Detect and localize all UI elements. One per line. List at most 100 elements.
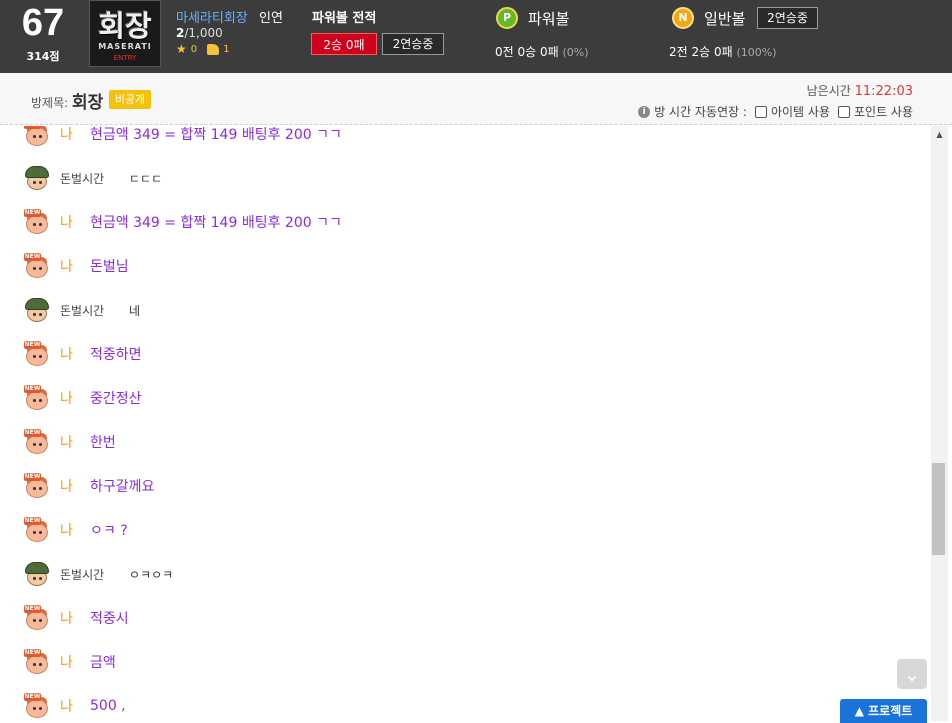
chevron-down-icon: ⌄ — [903, 662, 921, 686]
new-user-icon: NEW — [24, 341, 50, 367]
user-stats: ★ 0 1 — [176, 42, 230, 56]
point-use-checkbox[interactable] — [837, 105, 850, 118]
chat-text: 현금액 349 = 합짝 149 배팅후 200 ㄱㄱ — [90, 127, 342, 143]
chat-message: NEW 나 하구갈께요 — [24, 473, 154, 499]
chat-message: 돈벌시간 ㅇㅋㅇㅋ — [24, 561, 173, 587]
remaining-time-value: 11:22:03 — [854, 84, 913, 99]
item-use-label[interactable]: 아이템 사용 — [771, 103, 830, 120]
chat-message: NEW 나 현금액 349 = 합짝 149 배팅후 200 ㄱㄱ — [24, 209, 342, 235]
chat-sender: 나 — [60, 259, 73, 275]
protect-button[interactable]: ▲ 프로젝트 — [840, 699, 927, 723]
level-box: 67 314점 — [0, 0, 86, 73]
chat-sender[interactable]: 돈벌시간 — [60, 566, 129, 583]
auto-extend-label: 방 시간 자동연장 : — [654, 105, 747, 119]
star-icon: ★ — [176, 42, 187, 56]
avatar-sub: MASERATI — [98, 42, 152, 51]
chat-text: ㄷㄷㄷ — [129, 171, 163, 186]
user-rank: 2/1,000 — [176, 26, 223, 40]
star-count: 0 — [190, 43, 198, 55]
new-user-icon: NEW — [24, 126, 50, 147]
record-result-badge: 2승 0패 — [311, 33, 377, 55]
profile-header: 67 314점 회장 MASERATI ENTRY 마세라티회장 인연 2/1,… — [0, 0, 952, 73]
chat-message: NEW 나 한번 — [24, 429, 116, 455]
chat-text: 하구갈께요 — [90, 479, 155, 495]
item-use-checkbox[interactable] — [754, 105, 767, 118]
chat-message: NEW 나 500 , — [24, 693, 126, 719]
user-relation: 인연 — [259, 11, 283, 26]
chat-text: ㅇㅋㅇㅋ — [129, 567, 174, 582]
scroll-down-button[interactable]: ⌄ — [897, 659, 927, 689]
thumbs-up-icon — [207, 43, 220, 55]
triangle-up-icon: ▲ — [854, 704, 864, 718]
normalball-record-text: 2전 2승 0패 — [669, 45, 733, 59]
soldier-avatar-icon — [24, 297, 50, 323]
soldier-avatar-icon — [24, 561, 50, 587]
normalball-record-pct: (100%) — [736, 46, 777, 59]
point-use-label[interactable]: 포인트 사용 — [854, 103, 913, 120]
chat-message: NEW 나 돈벌님 — [24, 253, 129, 279]
chat-sender: 나 — [60, 391, 73, 407]
chat-message: NEW 나 중간정산 — [24, 385, 142, 411]
chat-text: 적중시 — [90, 611, 129, 627]
chat-text: 네 — [129, 303, 141, 318]
powerball-coin-icon: P — [496, 7, 518, 29]
chat-text: 적중하면 — [90, 347, 142, 363]
powerball-record: 0전 0승 0패 (0%) — [495, 43, 589, 60]
chat-text: 한번 — [90, 435, 116, 451]
chat-text: 500 , — [90, 698, 126, 714]
new-user-icon: NEW — [24, 693, 50, 719]
chat-sender: 나 — [60, 347, 73, 363]
protect-button-label: 프로젝트 — [868, 704, 913, 718]
level-number: 67 — [21, 2, 65, 44]
scroll-thumb[interactable] — [932, 463, 945, 555]
scroll-up-arrow-icon[interactable]: ▲ — [931, 126, 948, 143]
record-streak-badge: 2연승중 — [382, 33, 444, 55]
powerball-record-text: 0전 0승 0패 — [495, 45, 559, 59]
chat-sender[interactable]: 돈벌시간 — [60, 302, 129, 319]
room-options: i 방 시간 자동연장 : 아이템 사용 포인트 사용 — [638, 103, 913, 120]
chat-sender: 나 — [60, 479, 73, 495]
room-info-bar: 방제목: 회장 비공개 남은시간 11:22:03 i 방 시간 자동연장 : … — [0, 73, 952, 125]
remaining-time-label: 남은시간 — [806, 84, 851, 98]
chat-sender: 나 — [60, 127, 73, 143]
chat-message: NEW 나 적중하면 — [24, 341, 142, 367]
info-icon: i — [638, 105, 651, 118]
new-user-icon: NEW — [24, 473, 50, 499]
chat-text: 금액 — [90, 655, 116, 671]
chat-message: 돈벌시간 네 — [24, 297, 140, 323]
level-points: 314점 — [26, 50, 60, 63]
chat-sender[interactable]: 돈벌시간 — [60, 170, 129, 187]
chat-text: 현금액 349 = 합짝 149 배팅후 200 ㄱㄱ — [90, 215, 342, 231]
chat-sender: 나 — [60, 215, 73, 231]
powerball-record-pct: (0%) — [562, 46, 589, 59]
powerball-record-title: 파워볼 전적 — [312, 11, 377, 26]
remaining-time: 남은시간 11:22:03 — [807, 82, 913, 99]
chat-message: NEW 나 적중시 — [24, 605, 129, 631]
normalball-label: 일반볼 — [704, 10, 746, 28]
chat-text: ㅇㅋ ? — [90, 523, 128, 539]
normalball-record: 2전 2승 0패 (100%) — [669, 43, 777, 60]
chat-message: NEW 나 금액 — [24, 649, 116, 675]
new-user-icon: NEW — [24, 429, 50, 455]
new-user-icon: NEW — [24, 253, 50, 279]
soldier-avatar-icon — [24, 165, 50, 191]
chat-sender: 나 — [60, 611, 73, 627]
chat-message: 돈벌시간 ㄷㄷㄷ — [24, 165, 162, 191]
chat-sender: 나 — [60, 655, 73, 671]
new-user-icon: NEW — [24, 385, 50, 411]
normalball-streak-badge: 2연승중 — [757, 7, 818, 29]
chat-message: NEW 나 현금액 349 = 합짝 149 배팅후 200 ㄱㄱ — [24, 126, 342, 147]
user-name-link[interactable]: 마세라티회장 — [176, 7, 248, 26]
room-title: 회장 — [72, 93, 104, 113]
chat-sender: 나 — [60, 435, 73, 451]
avatar[interactable]: 회장 MASERATI ENTRY — [89, 0, 161, 67]
avatar-text: 회장 — [98, 9, 152, 43]
new-user-icon: NEW — [24, 517, 50, 543]
room-title-label: 방제목: — [31, 96, 69, 110]
rank-total: /1,000 — [184, 26, 223, 40]
chat-scrollbar[interactable]: ▲ — [931, 126, 948, 721]
new-user-icon: NEW — [24, 605, 50, 631]
avatar-sub2: ENTRY — [113, 54, 137, 62]
chat-log: NEW나현금액 349 = 합짝 149 배팅후 200 ㄱㄱ돈벌시간ㄷㄷㄷNE… — [0, 126, 930, 721]
powerball-label: 파워볼 — [528, 10, 570, 28]
